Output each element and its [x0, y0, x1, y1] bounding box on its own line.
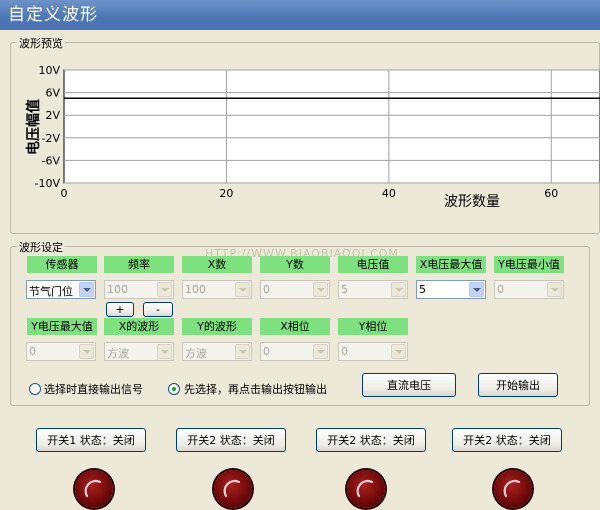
header-voltage: 电压值: [338, 256, 408, 273]
frequency-select-value: 100: [107, 283, 128, 296]
y-voltage-max-select-value: 0: [29, 345, 36, 358]
chevron-down-icon[interactable]: [313, 344, 328, 359]
y-voltage-max-select[interactable]: 0: [26, 342, 96, 361]
frequency-select[interactable]: 100: [104, 280, 174, 299]
header-sensor: 传感器: [27, 256, 97, 273]
chart-plot-area: [63, 69, 600, 184]
chevron-down-icon[interactable]: [157, 344, 172, 359]
x-waveform-select-value: 方波: [107, 347, 129, 360]
chart-y-tick-label: -10V: [35, 177, 61, 190]
chart-y-tick-label: -2V: [42, 132, 61, 145]
header-y-voltage-max: Y电压最大值: [27, 318, 97, 335]
switch3-button[interactable]: 开关2 状态：关闭: [316, 428, 426, 452]
knob-indicator-icon: [223, 479, 241, 498]
chart-y-tick-label: 6V: [45, 87, 60, 100]
switch3-knob[interactable]: [347, 470, 385, 508]
x-voltage-max-select-value: 5: [419, 283, 426, 296]
header-x-phase: X相位: [260, 318, 330, 335]
radio-direct-output-label: 选择时直接输出信号: [44, 383, 143, 396]
chevron-down-icon[interactable]: [469, 282, 484, 297]
header-y-count: Y数: [260, 256, 330, 273]
switch2-knob[interactable]: [214, 470, 252, 508]
voltage-select[interactable]: 5: [338, 280, 408, 299]
chart-y-tick-label: 10V: [38, 64, 60, 77]
chart-x-tick-label: 0: [61, 187, 68, 200]
header-y-phase: Y相位: [338, 318, 408, 335]
sensor-select-value: 节气门位: [29, 285, 73, 298]
chevron-down-icon[interactable]: [79, 282, 94, 297]
radio-select-then-output[interactable]: [168, 383, 180, 395]
chart-y-axis-label: 电压幅值: [25, 99, 42, 155]
x-count-select[interactable]: 100: [182, 280, 252, 299]
dc-voltage-button[interactable]: 直流电压: [362, 373, 456, 397]
chart-x-tick-label: 60: [544, 187, 558, 200]
chevron-down-icon[interactable]: [391, 344, 406, 359]
chart-x-tick-label: 40: [382, 187, 396, 200]
switch1-button[interactable]: 开关1 状态：关闭: [36, 428, 146, 452]
y-voltage-min-select[interactable]: 0: [494, 280, 564, 299]
y-waveform-select[interactable]: 方波: [182, 342, 252, 361]
y-count-select[interactable]: 0: [260, 280, 330, 299]
settings-group-label: 波形设定: [17, 239, 65, 255]
waveform-chart: 10V 6V 2V -2V -6V -10V 0 20 40 60 波形数量 电压幅值: [25, 64, 600, 210]
switch4-button[interactable]: 开关2 状态：关闭: [452, 428, 562, 452]
switch4-knob[interactable]: [494, 470, 532, 508]
chart-y-tick-label: -6V: [42, 154, 61, 167]
header-y-voltage-min: Y电压最小值: [494, 256, 564, 273]
chevron-down-icon[interactable]: [79, 344, 94, 359]
radio-direct-output[interactable]: [29, 383, 41, 395]
knob-indicator-icon: [84, 479, 102, 498]
switch2-button[interactable]: 开关2 状态：关闭: [176, 428, 286, 452]
chevron-down-icon[interactable]: [235, 344, 250, 359]
x-voltage-max-select[interactable]: 5: [416, 280, 486, 299]
minus-button[interactable]: -: [143, 302, 173, 317]
start-output-button[interactable]: 开始输出: [478, 373, 558, 397]
voltage-select-value: 5: [341, 283, 348, 296]
y-count-select-value: 0: [263, 283, 270, 296]
header-x-voltage-max: X电压最大值: [416, 256, 486, 273]
chart-x-axis-label: 波形数量: [444, 194, 500, 210]
header-frequency: 频率: [104, 256, 174, 273]
chevron-down-icon[interactable]: [235, 282, 250, 297]
header-x-count: X数: [182, 256, 252, 273]
x-count-select-value: 100: [185, 283, 206, 296]
sensor-select[interactable]: 节气门位: [26, 280, 96, 299]
chart-y-tick-label: 2V: [45, 109, 60, 122]
x-waveform-select[interactable]: 方波: [104, 342, 174, 361]
y-voltage-min-select-value: 0: [497, 283, 504, 296]
knob-indicator-icon: [503, 479, 521, 498]
knob-indicator-icon: [356, 479, 374, 498]
x-phase-select-value: 0: [263, 345, 270, 358]
chevron-down-icon[interactable]: [313, 282, 328, 297]
switch1-knob[interactable]: [75, 470, 113, 508]
y-phase-select[interactable]: 0: [338, 342, 408, 361]
header-y-waveform: Y的波形: [182, 318, 252, 335]
x-phase-select[interactable]: 0: [260, 342, 330, 361]
plus-button[interactable]: +: [106, 302, 134, 317]
radio-select-then-output-label: 先选择，再点击输出按钮输出: [184, 383, 327, 396]
chevron-down-icon[interactable]: [391, 282, 406, 297]
chart-x-tick-label: 20: [219, 187, 233, 200]
chevron-down-icon[interactable]: [157, 282, 172, 297]
header-x-waveform: X的波形: [104, 318, 174, 335]
y-waveform-select-value: 方波: [185, 347, 207, 360]
y-phase-select-value: 0: [341, 345, 348, 358]
chevron-down-icon[interactable]: [547, 282, 562, 297]
